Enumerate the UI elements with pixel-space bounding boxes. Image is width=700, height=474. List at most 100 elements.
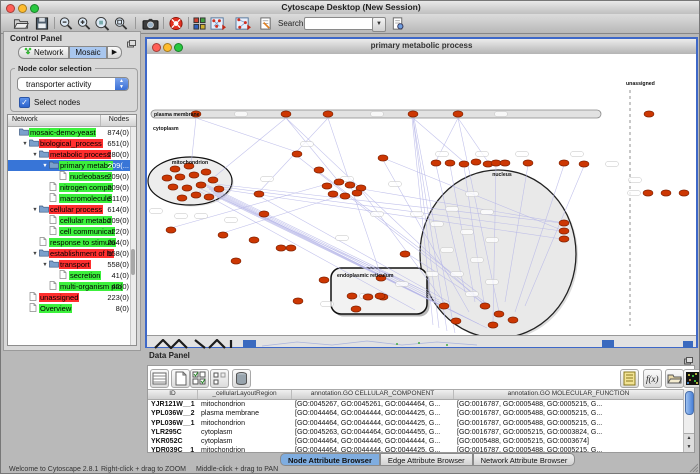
tree-row[interactable]: macromolecule311(0): [8, 193, 131, 204]
file-icon: [39, 237, 49, 246]
annotation-icon[interactable]: [259, 16, 272, 31]
tree-row[interactable]: Overview8(0): [8, 303, 131, 314]
node-label-pill: [481, 210, 494, 215]
select-nodes-row: ✓ Select nodes: [19, 97, 80, 108]
table-row[interactable]: YJR121W__1mitochondrion[GO:0045267, GO:0…: [148, 400, 684, 409]
layout-network-alt-icon[interactable]: [234, 16, 253, 31]
graph-node: [292, 151, 302, 157]
tree-item-node-count: 8(0): [116, 303, 129, 314]
graph-node: [191, 192, 201, 198]
tab-network[interactable]: Network: [18, 46, 69, 59]
tab-overflow-arrow[interactable]: ▶: [107, 46, 122, 59]
table-row[interactable]: YPL036W__1mitochondrion[GO:0044464, GO:0…: [148, 419, 684, 428]
disclosure-triangle-icon[interactable]: ▼: [41, 260, 49, 271]
import-attributes-icon[interactable]: [665, 369, 684, 388]
snapshot-camera-icon[interactable]: [141, 16, 160, 31]
tree-row[interactable]: ▼primary metabo209(...: [8, 160, 131, 171]
help-lifesaver-icon[interactable]: [168, 16, 184, 31]
function-builder-icon[interactable]: f(x): [643, 369, 662, 388]
table-row[interactable]: YKR052Ccytoplasm[GO:0044464, GO:0044446,…: [148, 437, 684, 446]
zoom-in-icon[interactable]: [76, 16, 92, 31]
tree-row[interactable]: secretion41(0): [8, 270, 131, 281]
save-icon[interactable]: [34, 16, 50, 31]
graph-node: [196, 182, 206, 188]
resize-grip[interactable]: [688, 462, 698, 472]
table-row[interactable]: YPL036W__2plasma membrane[GO:0044464, GO…: [148, 409, 684, 418]
tree-row[interactable]: cellular metabo209(0): [8, 215, 131, 226]
node-label-pill: [461, 230, 474, 235]
tree-col-nodes[interactable]: Nodes: [109, 116, 129, 123]
graph-node: [488, 322, 498, 328]
tree-row[interactable]: ▼cellular process614(0): [8, 204, 131, 215]
nucleus-label: nucleus: [492, 172, 512, 178]
table-scrollbar[interactable]: ▲▼: [683, 389, 694, 452]
tree-row[interactable]: cell communicat22(0): [8, 226, 131, 237]
network-tree-panel: Network Nodes mosaic-demo-yeast874(0)▼bi…: [7, 114, 137, 346]
tree-row[interactable]: response to stimulu264(0): [8, 237, 131, 248]
scrollbar-thumb[interactable]: [685, 391, 694, 415]
vizmapper-icon[interactable]: [193, 16, 206, 31]
tree-col-network[interactable]: Network: [12, 116, 38, 123]
graph-node: [508, 317, 518, 323]
attribute-list-icon[interactable]: [620, 369, 639, 388]
disclosure-triangle-icon[interactable]: ▼: [21, 139, 29, 150]
table-row[interactable]: YDR039C__1mitochondrion[GO:0044464, GO:0…: [148, 446, 684, 452]
tree-row[interactable]: ▼establishment of lo558(0): [8, 248, 131, 259]
tree-row[interactable]: ▼transport558(0): [8, 259, 131, 270]
select-nodes-checkbox[interactable]: ✓: [19, 97, 30, 108]
table-cell: mitochondrion: [198, 400, 292, 409]
node-color-select[interactable]: transporter activity ▲▼: [17, 77, 129, 91]
select-all-attributes-icon[interactable]: [190, 369, 209, 388]
tree-row[interactable]: nucleobase-209(0): [8, 171, 131, 182]
tree-row[interactable]: multi-organism pro42(0): [8, 281, 131, 292]
disclosure-triangle-icon[interactable]: ▼: [31, 249, 39, 260]
graph-node: [347, 293, 357, 299]
scrollbar-arrows[interactable]: ▲▼: [684, 433, 694, 452]
table-row[interactable]: YLR295Ccytoplasm[GO:0045263, GO:0044464,…: [148, 428, 684, 437]
zoom-fit-icon[interactable]: [113, 16, 129, 31]
network-canvas[interactable]: plasma membranecytoplasmmitochondrionnuc…: [147, 54, 696, 335]
tree-row[interactable]: ▼biological_process651(0): [8, 138, 131, 149]
app-titlebar[interactable]: Cytoscape Desktop (New Session): [1, 1, 700, 15]
table-cell: plasma membrane: [198, 409, 292, 418]
attribute-matrix-icon[interactable]: [683, 369, 700, 388]
tab-mosaic[interactable]: Mosaic: [69, 46, 106, 59]
search-options-icon[interactable]: [391, 16, 405, 31]
zoom-selected-icon[interactable]: [94, 16, 110, 31]
new-attribute-icon[interactable]: [171, 369, 190, 388]
graph-node: [643, 190, 653, 196]
column-header[interactable]: ID: [148, 390, 198, 399]
layout-network-icon[interactable]: [209, 16, 228, 31]
tree-row[interactable]: mosaic-demo-yeast874(0): [8, 127, 131, 138]
tree-header: Network Nodes: [8, 115, 136, 127]
node-label-pill: [441, 248, 454, 253]
disclosure-triangle-icon[interactable]: ▼: [41, 161, 49, 172]
tree-scrollbar[interactable]: [130, 127, 136, 345]
disclosure-triangle-icon[interactable]: ▼: [31, 150, 39, 161]
network-view-titlebar[interactable]: primary metabolic process: [147, 39, 696, 55]
node-label-pill: [486, 238, 499, 243]
open-file-icon[interactable]: [13, 16, 29, 31]
attribute-table[interactable]: ID_cellularLayoutRegionannotation.GO CEL…: [148, 389, 684, 452]
graph-node: [214, 186, 224, 192]
tree-row[interactable]: ▼metabolic process280(0): [8, 149, 131, 160]
column-header[interactable]: annotation.GO MOLECULAR_FUNCTION: [454, 390, 684, 399]
table-cell: YDR039C__1: [148, 446, 198, 452]
search-dropdown-arrow[interactable]: ▼: [372, 17, 386, 32]
delete-attribute-icon[interactable]: [232, 369, 251, 388]
column-header[interactable]: annotation.GO CELLULAR_COMPONENT: [292, 390, 454, 399]
unselect-attributes-icon[interactable]: [210, 369, 229, 388]
disclosure-triangle-icon[interactable]: ▼: [31, 205, 39, 216]
file-icon: [59, 171, 69, 180]
zoom-out-icon[interactable]: [58, 16, 74, 31]
search-input[interactable]: [304, 17, 374, 30]
column-header[interactable]: _cellularLayoutRegion: [198, 390, 292, 399]
tree-item-node-count: 614(0): [107, 204, 129, 215]
select-attributes-icon[interactable]: [150, 369, 169, 388]
node-label-pill: [225, 218, 238, 223]
float-panel-icon[interactable]: [127, 35, 136, 43]
folder-icon: [39, 248, 49, 257]
tree-row[interactable]: nitrogen compo209(0): [8, 182, 131, 193]
float-data-panel-icon[interactable]: [684, 352, 693, 360]
tree-row[interactable]: unassigned223(0): [8, 292, 131, 303]
